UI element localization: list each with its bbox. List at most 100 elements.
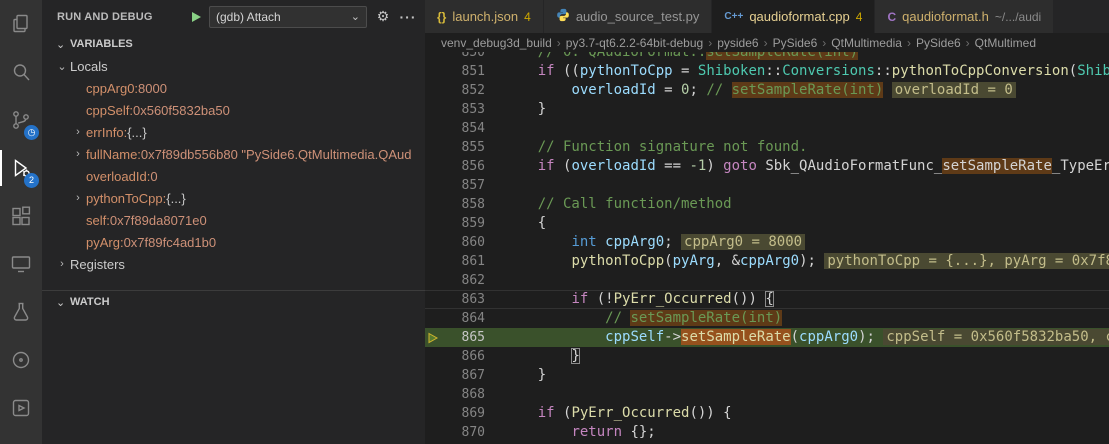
watch-section-header[interactable]: ⌄ WATCH (42, 291, 425, 313)
code-line[interactable]: 869 if (PyErr_Occurred()) { (425, 404, 1109, 423)
gear-icon[interactable]: ⚙ (374, 8, 392, 25)
breakpoint-gutter[interactable] (425, 214, 441, 233)
variable-row-self[interactable]: self: 0x7f89da8071e0 (42, 209, 425, 231)
breadcrumb-item[interactable]: venv_debug3d_build (441, 36, 552, 50)
breadcrumb-item[interactable]: PySide6 (773, 36, 818, 50)
code-line[interactable]: 854 (425, 119, 1109, 138)
tab-audio_source_test.py[interactable]: audio_source_test.py (544, 0, 713, 33)
line-number[interactable]: 855 (441, 138, 485, 157)
variables-scope-registers[interactable]: ›Registers (42, 253, 425, 275)
line-number[interactable]: 869 (441, 404, 485, 423)
tab-launch.json[interactable]: {}launch.json4 (425, 0, 544, 33)
breakpoint-gutter[interactable] (425, 81, 441, 100)
breakpoint-gutter[interactable] (425, 328, 441, 347)
code-line[interactable]: 858 // Call function/method (425, 195, 1109, 214)
breakpoint-gutter[interactable] (425, 100, 441, 119)
code-line[interactable]: 866 } (425, 347, 1109, 366)
breadcrumb-item[interactable]: QtMultimed (975, 36, 1036, 50)
variable-row-fullName[interactable]: ›fullName: 0x7f89db556b80 "PySide6.QtMul… (42, 143, 425, 165)
line-number[interactable]: 866 (441, 347, 485, 366)
line-number[interactable]: 861 (441, 252, 485, 271)
search-icon[interactable] (0, 48, 42, 96)
code-line[interactable]: 851 if ((pythonToCpp = Shiboken::Convers… (425, 62, 1109, 81)
code-line[interactable]: 865 cppSelf->setSampleRate(cppArg0); cpp… (425, 328, 1109, 347)
breadcrumb-item[interactable]: pyside6 (717, 36, 758, 50)
code-line[interactable]: 863 if (!PyErr_Occurred()) { (425, 290, 1109, 309)
line-number[interactable]: 868 (441, 385, 485, 404)
breadcrumb-item[interactable]: PySide6 (916, 36, 961, 50)
breakpoint-gutter[interactable] (425, 385, 441, 404)
breakpoint-gutter[interactable] (425, 176, 441, 195)
breakpoint-gutter[interactable] (425, 252, 441, 271)
line-number[interactable]: 856 (441, 157, 485, 176)
output-panel-icon[interactable] (0, 384, 42, 432)
code-line[interactable]: 861 pythonToCpp(pyArg, &cppArg0); python… (425, 252, 1109, 271)
line-number[interactable]: 865 (441, 328, 485, 347)
code-line[interactable]: 868 (425, 385, 1109, 404)
breakpoint-gutter[interactable] (425, 233, 441, 252)
breakpoint-gutter[interactable] (425, 423, 441, 442)
breakpoint-gutter[interactable] (425, 366, 441, 385)
line-number[interactable]: 864 (441, 309, 485, 328)
variable-row-errInfo[interactable]: ›errInfo: {...} (42, 121, 425, 143)
code-line[interactable]: 860 int cppArg0; cppArg0 = 8000 (425, 233, 1109, 252)
variables-scope-locals[interactable]: ⌄Locals (42, 55, 425, 77)
code-line[interactable]: 864 // setSampleRate(int) (425, 309, 1109, 328)
line-number[interactable]: 852 (441, 81, 485, 100)
breakpoint-gutter[interactable] (425, 119, 441, 138)
source-control-icon[interactable]: ◷ (0, 96, 42, 144)
breakpoint-gutter[interactable] (425, 404, 441, 423)
code-line[interactable]: 867 } (425, 366, 1109, 385)
breakpoint-gutter[interactable] (425, 309, 441, 328)
line-number[interactable]: 862 (441, 271, 485, 290)
breakpoint-gutter[interactable] (425, 271, 441, 290)
remote-explorer-icon[interactable] (0, 240, 42, 288)
breakpoint-gutter[interactable] (425, 138, 441, 157)
line-number[interactable]: 867 (441, 366, 485, 385)
breakpoint-gutter[interactable] (425, 52, 441, 62)
run-debug-icon[interactable]: 2 (0, 144, 42, 192)
line-number[interactable]: 851 (441, 62, 485, 81)
breadcrumb-item[interactable]: QtMultimedia (831, 36, 902, 50)
variable-row-pythonToCpp[interactable]: ›pythonToCpp: {...} (42, 187, 425, 209)
debug-config-select[interactable]: (gdb) Attach ⌄ (209, 6, 367, 28)
variable-row-cppSelf[interactable]: cppSelf: 0x560f5832ba50 (42, 99, 425, 121)
code-line[interactable]: 855 // Function signature not found. (425, 138, 1109, 157)
code-line[interactable]: 870 return {}; (425, 423, 1109, 442)
breakpoint-gutter[interactable] (425, 157, 441, 176)
line-number[interactable]: 857 (441, 176, 485, 195)
extensions-icon[interactable] (0, 192, 42, 240)
code-line[interactable]: 852 overloadId = 0; // setSampleRate(int… (425, 81, 1109, 100)
code-line[interactable]: 856 if (overloadId == -1) goto Sbk_QAudi… (425, 157, 1109, 176)
line-number[interactable]: 853 (441, 100, 485, 119)
tab-qaudioformat.h[interactable]: Cqaudioformat.h~/.../audi (875, 0, 1054, 33)
line-number[interactable]: 870 (441, 423, 485, 442)
line-number[interactable]: 854 (441, 119, 485, 138)
code-line[interactable]: 859 { (425, 214, 1109, 233)
start-debugging-button[interactable] (190, 11, 202, 23)
breakpoint-gutter[interactable] (425, 62, 441, 81)
variable-row-overloadId[interactable]: overloadId: 0 (42, 165, 425, 187)
breakpoint-gutter[interactable] (425, 195, 441, 214)
explorer-icon[interactable] (0, 0, 42, 48)
line-number[interactable]: 850 (441, 52, 485, 62)
variable-row-cppArg0[interactable]: cppArg0: 8000 (42, 77, 425, 99)
code-line[interactable]: 853 } (425, 100, 1109, 119)
breakpoint-gutter[interactable] (425, 347, 441, 366)
tab-qaudioformat.cpp[interactable]: C++qaudioformat.cpp4 (712, 0, 875, 33)
variable-row-pyArg[interactable]: pyArg: 0x7f89fc4ad1b0 (42, 231, 425, 253)
line-number[interactable]: 859 (441, 214, 485, 233)
breadcrumb-item[interactable]: py3.7-qt6.2.2-64bit-debug (566, 36, 703, 50)
more-actions-icon[interactable]: ··· (399, 9, 417, 25)
line-number[interactable]: 863 (441, 290, 485, 309)
code-line[interactable]: 862 (425, 271, 1109, 290)
variables-section-header[interactable]: ⌄ VARIABLES (42, 33, 425, 55)
code-line[interactable]: 850 // 0: QAudioFormat::setSampleRate(in… (425, 52, 1109, 62)
code-editor[interactable]: 850 // 0: QAudioFormat::setSampleRate(in… (425, 52, 1109, 444)
run-circle-icon[interactable] (0, 336, 42, 384)
breakpoint-gutter[interactable] (425, 290, 441, 309)
code-line[interactable]: 857 (425, 176, 1109, 195)
line-number[interactable]: 858 (441, 195, 485, 214)
line-number[interactable]: 860 (441, 233, 485, 252)
testing-icon[interactable] (0, 288, 42, 336)
